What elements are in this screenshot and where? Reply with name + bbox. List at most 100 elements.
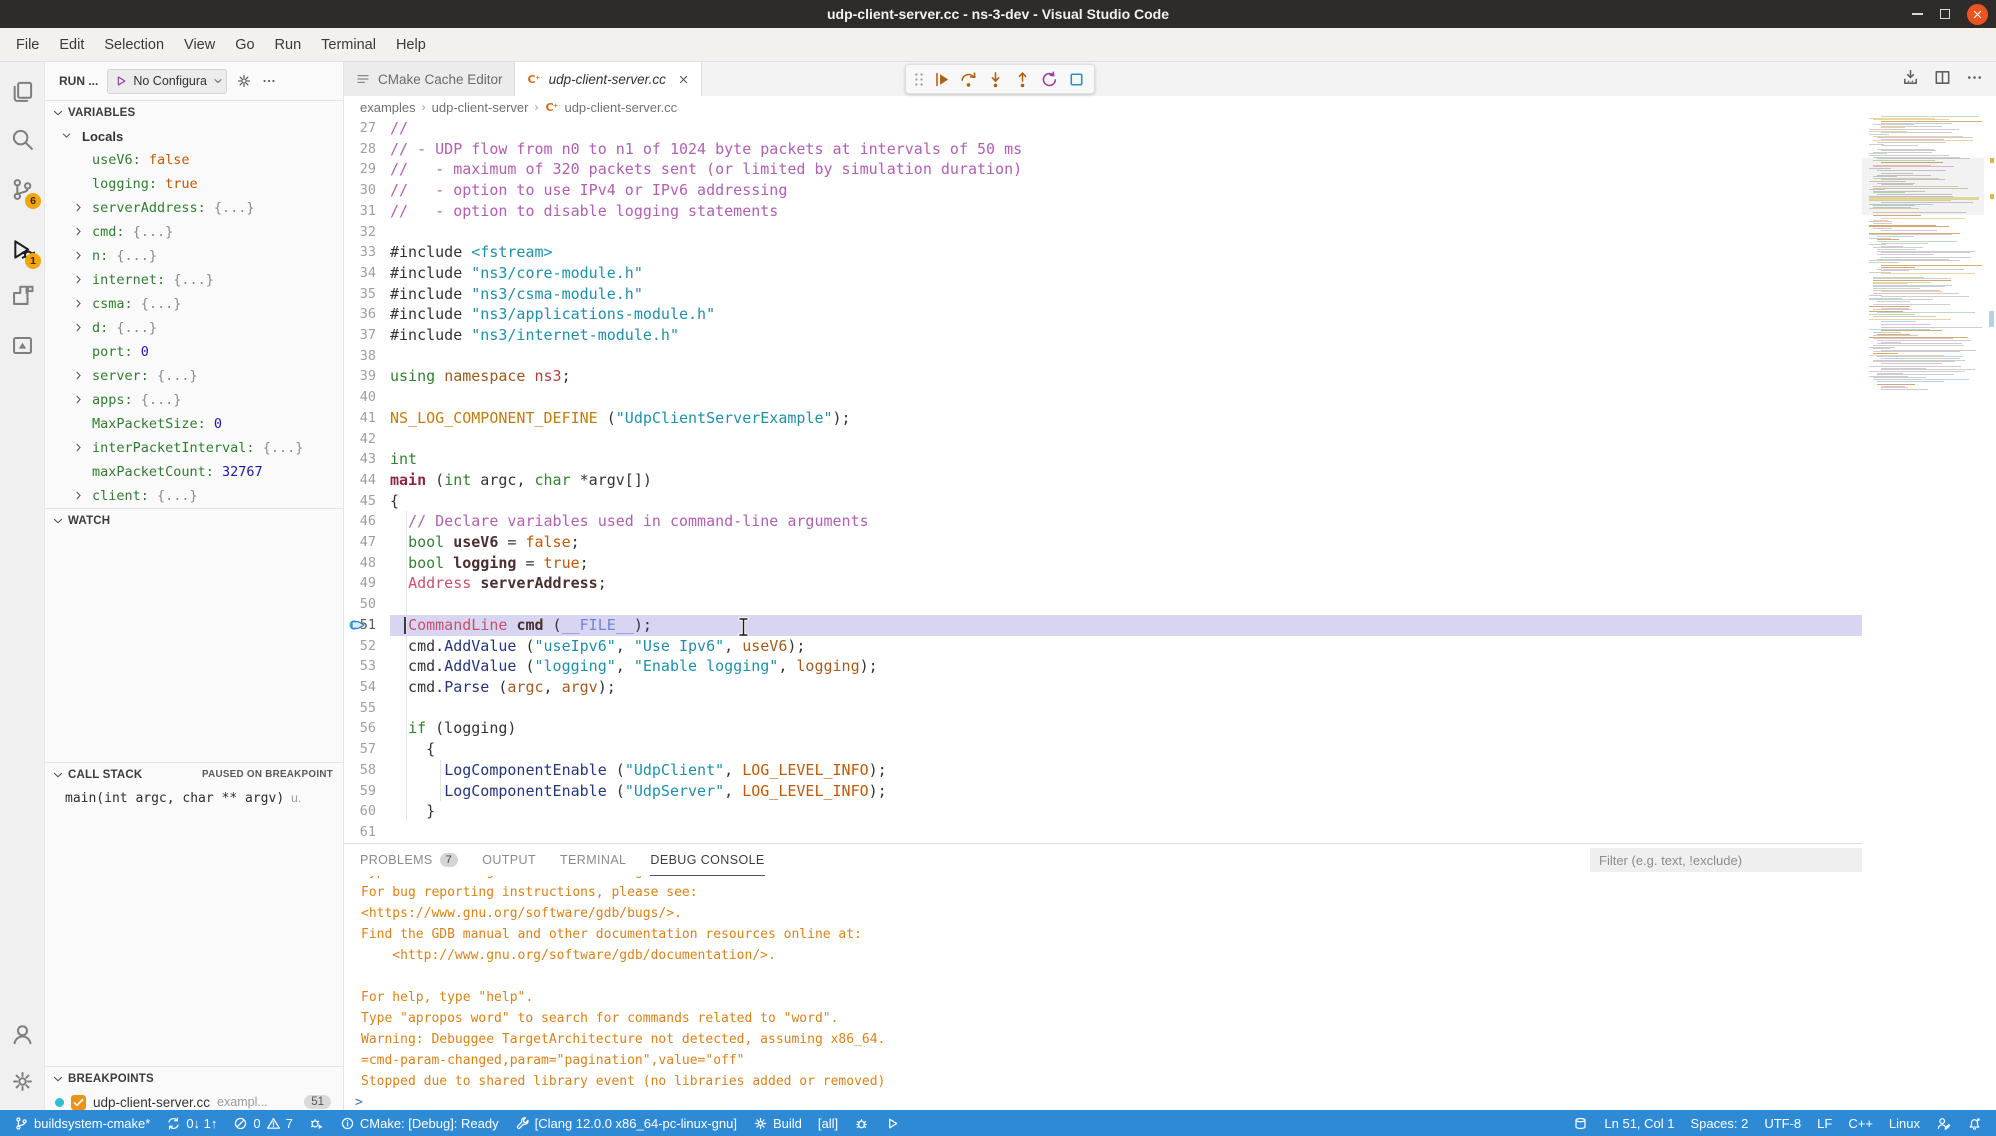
more-actions-icon[interactable]: [1965, 68, 1984, 87]
line-number[interactable]: 54: [344, 677, 390, 698]
chevron-right-icon[interactable]: [72, 249, 85, 262]
line-number[interactable]: 35: [344, 284, 390, 305]
debug-config-dropdown[interactable]: No Configurat: [107, 69, 227, 94]
activity-cmake-icon[interactable]: [0, 326, 44, 364]
code-text[interactable]: [390, 594, 1996, 615]
code-text[interactable]: cmd.AddValue ("logging", "Enable logging…: [390, 656, 1996, 677]
line-number[interactable]: 42: [344, 429, 390, 450]
line-number[interactable]: 60: [344, 801, 390, 822]
activity-search-icon[interactable]: [0, 120, 44, 158]
line-number[interactable]: 48: [344, 553, 390, 574]
line-number[interactable]: 59: [344, 781, 390, 802]
panel-tab-debug-console[interactable]: DEBUG CONSOLE: [650, 844, 764, 876]
line-number[interactable]: 31: [344, 201, 390, 222]
variable-row-useV6[interactable]: useV6: false: [45, 148, 343, 172]
code-text[interactable]: // - option to use IPv4 or IPv6 addressi…: [390, 180, 1996, 201]
chevron-right-icon[interactable]: [72, 489, 85, 502]
line-number[interactable]: 38: [344, 346, 390, 367]
status-debug-status[interactable]: [301, 1110, 332, 1136]
status-git-branch[interactable]: buildsystem-cmake*: [6, 1110, 158, 1136]
code-text[interactable]: //: [390, 118, 1996, 139]
variable-row-interPacketInterval[interactable]: interPacketInterval: {...}: [45, 436, 343, 460]
status-feedback[interactable]: [1928, 1110, 1959, 1136]
menu-terminal[interactable]: Terminal: [311, 37, 386, 53]
status-notifications[interactable]: [1959, 1110, 1990, 1136]
code-text[interactable]: #include "ns3/internet-module.h": [390, 325, 1996, 346]
line-number[interactable]: 47: [344, 532, 390, 553]
activity-manage-icon[interactable]: [0, 1062, 44, 1100]
restart-icon[interactable]: [1036, 66, 1063, 92]
step-over-icon[interactable]: [955, 66, 982, 92]
code-text[interactable]: LogComponentEnable ("UdpServer", LOG_LEV…: [390, 781, 1996, 802]
code-text[interactable]: if (logging): [390, 718, 1996, 739]
line-number[interactable]: 27: [344, 118, 390, 139]
step-into-icon[interactable]: [982, 66, 1009, 92]
breadcrumb-item[interactable]: examples: [360, 100, 416, 115]
code-text[interactable]: bool logging = true;: [390, 553, 1996, 574]
line-number[interactable]: 37: [344, 325, 390, 346]
stop-icon[interactable]: [1063, 66, 1090, 92]
code-text[interactable]: #include "ns3/applications-module.h": [390, 304, 1996, 325]
variable-row-n[interactable]: n: {...}: [45, 244, 343, 268]
gear-icon[interactable]: [236, 73, 252, 89]
close-tab-icon[interactable]: [677, 73, 690, 86]
code-text[interactable]: {: [390, 739, 1996, 760]
more-actions-icon[interactable]: [261, 73, 277, 89]
variable-row-server[interactable]: server: {...}: [45, 364, 343, 388]
line-number[interactable]: 50: [344, 594, 390, 615]
line-number[interactable]: 28: [344, 139, 390, 160]
step-out-icon[interactable]: [1009, 66, 1036, 92]
code-text[interactable]: #include "ns3/csma-module.h": [390, 284, 1996, 305]
variable-row-maxPacketCount[interactable]: maxPacketCount: 32767: [45, 460, 343, 484]
line-number[interactable]: 41: [344, 408, 390, 429]
status-encoding[interactable]: UTF-8: [1756, 1110, 1809, 1136]
variable-row-apps[interactable]: apps: {...}: [45, 388, 343, 412]
code-text[interactable]: #include <fstream>: [390, 242, 1996, 263]
code-text[interactable]: LogComponentEnable ("UdpClient", LOG_LEV…: [390, 760, 1996, 781]
drag-handle-icon[interactable]: [910, 66, 928, 92]
code-text[interactable]: }: [390, 801, 1996, 822]
code-text[interactable]: CommandLine cmd (__FILE__);: [390, 615, 1996, 636]
menu-go[interactable]: Go: [225, 37, 264, 53]
split-editor-icon[interactable]: [1933, 68, 1952, 87]
chevron-right-icon[interactable]: [72, 225, 85, 238]
code-text[interactable]: #include "ns3/core-module.h": [390, 263, 1996, 284]
status-kit-selection[interactable]: [Clang 12.0.0 x86_64-pc-linux-gnu]: [507, 1110, 745, 1136]
line-number[interactable]: 34: [344, 263, 390, 284]
code-text[interactable]: main (int argc, char *argv[]): [390, 470, 1996, 491]
status-launch-target-button[interactable]: [877, 1110, 908, 1136]
code-text[interactable]: // Declare variables used in command-lin…: [390, 511, 1996, 532]
variable-row-internet[interactable]: internet: {...}: [45, 268, 343, 292]
continue-icon[interactable]: [928, 66, 955, 92]
code-editor[interactable]: 27//28// - UDP flow from n0 to n1 of 102…: [344, 118, 1996, 843]
code-text[interactable]: [390, 346, 1996, 367]
line-number[interactable]: 29: [344, 159, 390, 180]
chevron-down-icon[interactable]: [60, 129, 73, 142]
line-number[interactable]: 53: [344, 656, 390, 677]
variable-row-cmd[interactable]: cmd: {...}: [45, 220, 343, 244]
status-cmake-status[interactable]: CMake: [Debug]: Ready: [332, 1110, 507, 1136]
status-sync-status[interactable]: 0↓ 1↑: [158, 1110, 225, 1136]
line-number[interactable]: 36: [344, 304, 390, 325]
editor-scrollbar[interactable]: [1989, 311, 1994, 327]
code-text[interactable]: using namespace ns3;: [390, 366, 1996, 387]
breakpoint-row[interactable]: udp-client-server.cc exampl... 51: [45, 1090, 343, 1110]
code-text[interactable]: // - option to disable logging statement…: [390, 201, 1996, 222]
activity-source-control-icon[interactable]: 6: [0, 170, 44, 208]
breadcrumb-item[interactable]: udp-client-server: [432, 100, 529, 115]
code-text[interactable]: [390, 429, 1996, 450]
code-text[interactable]: [390, 822, 1996, 843]
close-window-icon[interactable]: [1967, 4, 1988, 25]
restore-icon[interactable]: [1940, 9, 1950, 19]
variable-row-d[interactable]: d: {...}: [45, 316, 343, 340]
code-text[interactable]: [390, 222, 1996, 243]
code-text[interactable]: cmd.Parse (argc, argv);: [390, 677, 1996, 698]
code-text[interactable]: [390, 387, 1996, 408]
tab-udp-client-server-cc[interactable]: C++udp-client-server.cc: [515, 62, 702, 96]
start-debug-icon[interactable]: [114, 74, 128, 88]
status-build-target[interactable]: [all]: [810, 1110, 846, 1136]
variable-row-serverAddress[interactable]: serverAddress: {...}: [45, 196, 343, 220]
activity-account-icon[interactable]: [0, 1015, 44, 1053]
variable-row-logging[interactable]: logging: true: [45, 172, 343, 196]
status-build-button[interactable]: Build: [745, 1110, 810, 1136]
